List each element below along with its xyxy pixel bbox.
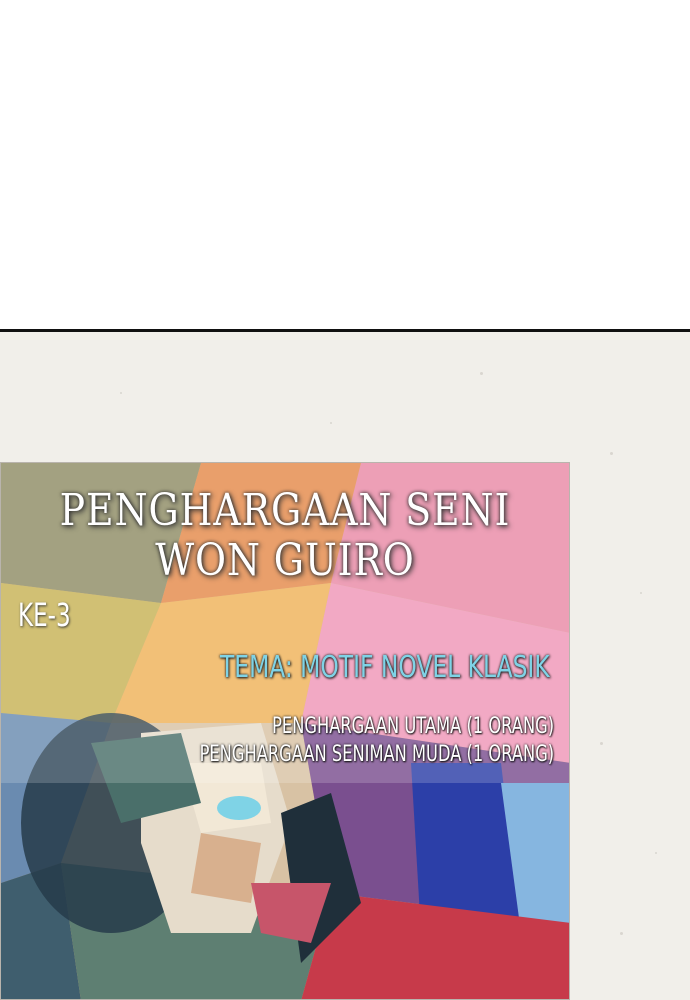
award-young-artist: PENGHARGAAN SENIMAN MUDA (1 ORANG) xyxy=(199,742,554,767)
poster-title-line1: PENGHARGAAN SENI xyxy=(59,485,511,536)
award-main: PENGHARGAAN UTAMA (1 ORANG) xyxy=(271,714,554,739)
theme-label: TEMA: MOTIF NOVEL KLASIK xyxy=(220,650,550,685)
edition-label: KE-3 xyxy=(18,596,71,634)
poster-title-line2: WON GUIRO xyxy=(155,535,415,586)
top-blank-area xyxy=(0,0,690,329)
